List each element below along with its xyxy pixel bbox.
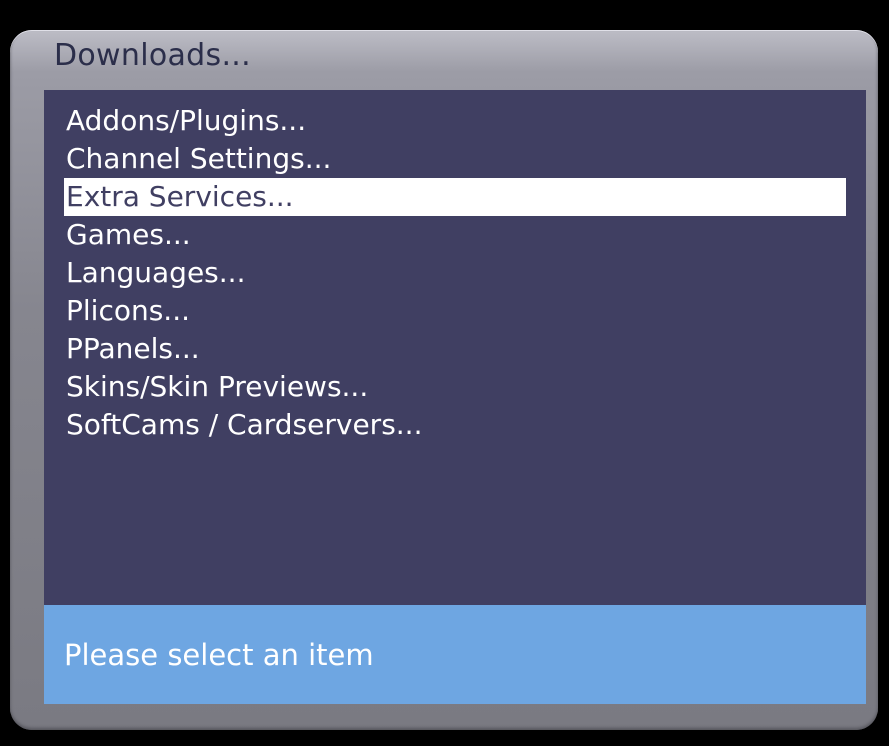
menu-item-addons-plugins[interactable]: Addons/Plugins... — [64, 102, 846, 140]
status-bar: Please select an item — [44, 605, 866, 704]
dialog-title: Downloads... — [54, 38, 251, 73]
menu-item-channel-settings[interactable]: Channel Settings... — [64, 140, 846, 178]
menu-item-skins-skin-previews[interactable]: Skins/Skin Previews... — [64, 368, 846, 406]
status-message: Please select an item — [64, 638, 374, 672]
menu-item-games[interactable]: Games... — [64, 216, 846, 254]
menu-item-languages[interactable]: Languages... — [64, 254, 846, 292]
menu-item-extra-services[interactable]: Extra Services... — [64, 178, 846, 216]
menu-item-plicons[interactable]: Plicons... — [64, 292, 846, 330]
menu-item-ppanels[interactable]: PPanels... — [64, 330, 846, 368]
menu-item-softcams-cardservers[interactable]: SoftCams / Cardservers... — [64, 406, 846, 444]
menu-list[interactable]: Addons/Plugins... Channel Settings... Ex… — [64, 102, 846, 444]
menu-list-panel: Addons/Plugins... Channel Settings... Ex… — [44, 90, 866, 605]
